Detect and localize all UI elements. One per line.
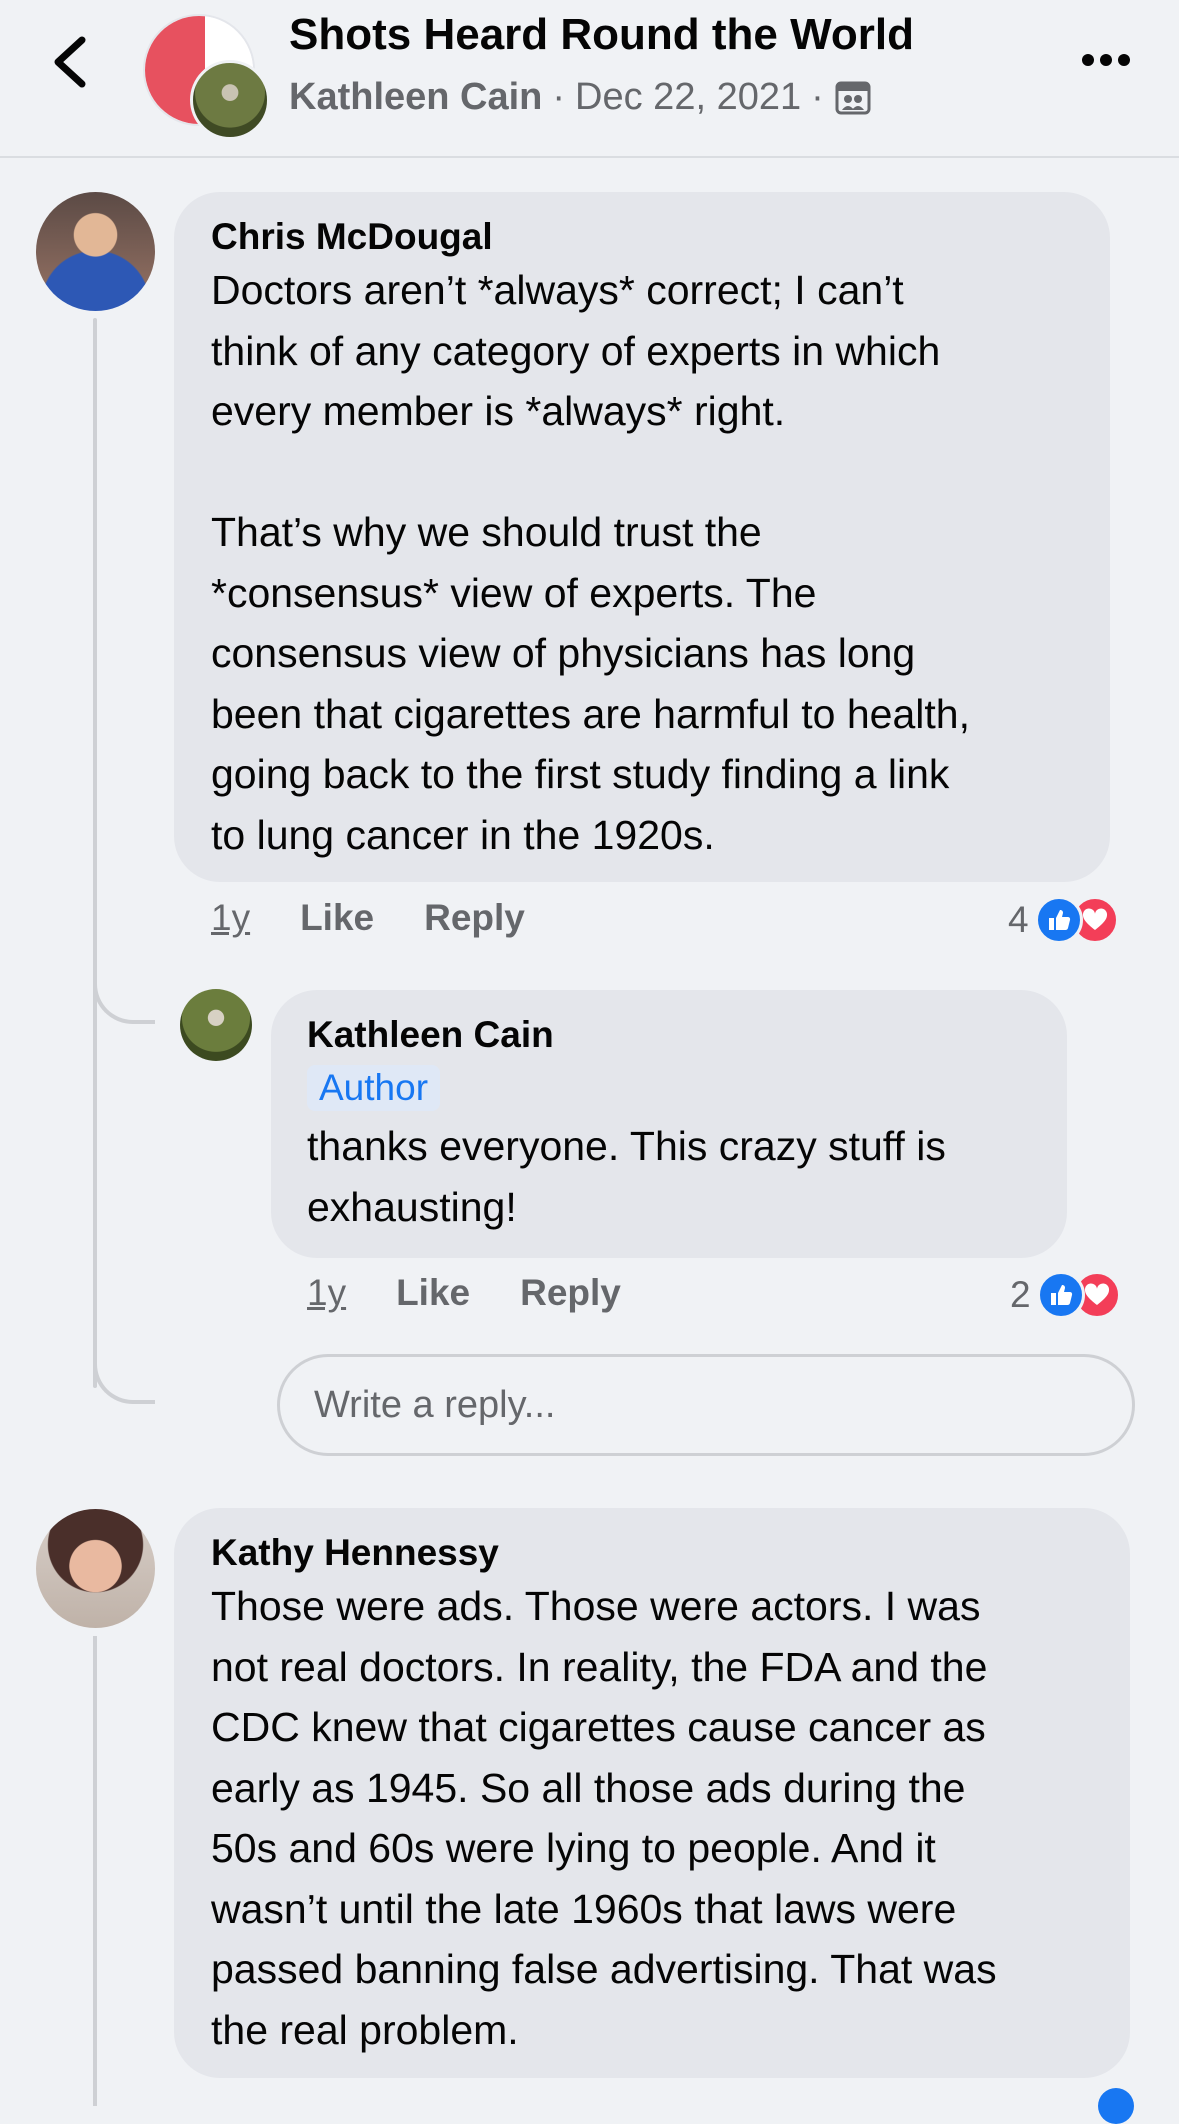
thread-line [93,318,97,1388]
like-button[interactable]: Like [300,897,374,939]
post-meta: Kathleen Cain · Dec 22, 2021 · [289,76,872,119]
reaction-summary[interactable]: 4 [1008,896,1119,944]
comment-time[interactable]: 1y [211,897,250,939]
reaction-summary[interactable]: 2 [1010,1271,1121,1319]
comment-bubble: Chris McDougal Doctors aren’t *always* c… [174,192,1110,882]
reaction-count: 2 [1010,1274,1031,1315]
comment-text: thanks everyone. This crazy stuff is exh… [307,1123,946,1230]
comment-text: Those were ads. Those were actors. I was… [211,1583,997,2053]
avatar[interactable] [36,192,155,311]
page-title: Shots Heard Round the World [289,10,914,59]
thumbs-up-icon [1036,1271,1085,1319]
comment-bubble: Kathy Hennessy Those were ads. Those wer… [174,1508,1130,2078]
chevron-left-icon [54,36,86,88]
thumbs-up-icon [1098,2088,1134,2124]
like-button[interactable]: Like [396,1272,470,1314]
meta-separator: · [811,76,824,118]
comment-text: Doctors aren’t *always* correct; I can’t… [211,267,970,858]
comment-actions: 1y Like Reply [211,897,575,939]
avatar[interactable] [180,989,252,1061]
thread-line [93,1636,97,2106]
author-badge: Author [307,1065,441,1111]
reply-button[interactable]: Reply [520,1272,621,1314]
thumbs-up-icon [1034,896,1083,944]
thread-connector [93,960,155,1024]
reply-input[interactable] [277,1354,1135,1456]
commenter-name[interactable]: Chris McDougal [211,216,493,258]
post-author[interactable]: Kathleen Cain [289,76,542,119]
post-header: Shots Heard Round the World Kathleen Cai… [0,0,1179,158]
avatar[interactable] [36,1509,155,1628]
post-date[interactable]: Dec 22, 2021 [575,76,801,119]
reaction-count: 4 [1008,899,1029,940]
more-horizontal-icon [1082,54,1130,66]
author-avatar[interactable] [190,60,270,140]
thread-connector [93,1340,155,1404]
comment-bubble: Kathleen Cain Author thanks everyone. Th… [271,990,1067,1258]
meta-separator: · [552,76,566,118]
comment-actions: 1y Like Reply [307,1272,671,1314]
reply-button[interactable]: Reply [424,897,525,939]
commenter-name[interactable]: Kathleen Cain [307,1014,554,1056]
comment-time[interactable]: 1y [307,1272,346,1314]
back-button[interactable] [42,30,102,94]
commenter-name[interactable]: Kathy Hennessy [211,1532,499,1574]
group-privacy-icon [835,81,871,114]
more-options-button[interactable] [1080,50,1132,70]
